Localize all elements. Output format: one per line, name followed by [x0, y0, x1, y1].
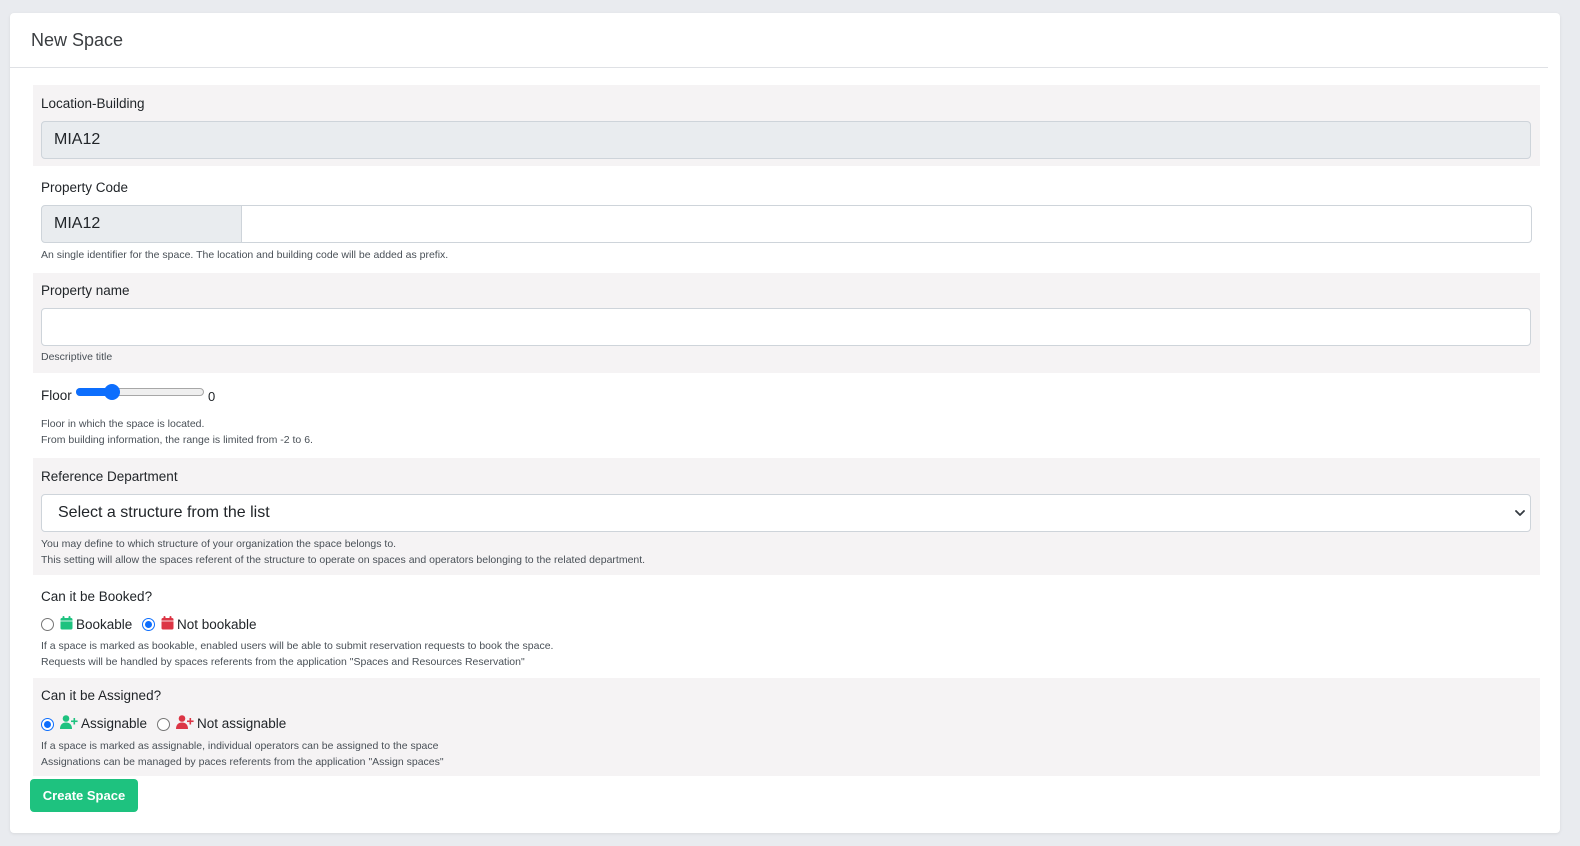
property-name-section: Property name Descriptive title	[33, 273, 1540, 373]
card-header: New Space	[10, 13, 1548, 68]
calendar-icon	[60, 616, 73, 630]
booking-help-line2: Requests will be handled by spaces refer…	[41, 656, 525, 668]
assignment-help-line2: Assignations can be managed by paces ref…	[41, 756, 444, 768]
floor-section: Floor 0 Floor in which the space is loca…	[33, 373, 1540, 458]
location-building-section: Location-Building MIA12	[33, 85, 1540, 166]
property-code-prefix: MIA12	[41, 205, 242, 243]
floor-slider[interactable]	[76, 384, 204, 400]
calendar-icon	[161, 616, 174, 630]
reference-department-section: Reference Department Select a structure …	[33, 458, 1540, 575]
floor-label: Floor	[41, 388, 72, 403]
chevron-down-icon	[1515, 510, 1525, 516]
not-assignable-option-label[interactable]: Not assignable	[197, 716, 286, 731]
assignable-radio[interactable]	[41, 718, 54, 731]
reference-department-label: Reference Department	[41, 469, 178, 484]
assignment-label: Can it be Assigned?	[41, 688, 162, 703]
reference-department-select[interactable]: Select a structure from the list	[41, 494, 1531, 532]
assignment-help-line1: If a space is marked as assignable, indi…	[41, 740, 439, 752]
location-building-field: MIA12	[41, 121, 1531, 159]
user-plus-icon	[176, 715, 194, 729]
reference-department-help-line1: You may define to which structure of you…	[41, 538, 397, 550]
reference-department-selected: Select a structure from the list	[58, 504, 270, 521]
property-code-help: An single identifier for the space. The …	[41, 249, 449, 261]
reference-department-help-line2: This setting will allow the spaces refer…	[41, 554, 646, 566]
not-bookable-radio[interactable]	[142, 618, 155, 631]
floor-help-line2: From building information, the range is …	[41, 434, 313, 446]
create-space-button[interactable]: Create Space	[30, 779, 138, 812]
page-title: New Space	[31, 30, 124, 50]
property-code-section: Property Code MIA12 An single identifier…	[33, 166, 1540, 273]
assignment-section: Can it be Assigned? Assignable Not assig…	[33, 678, 1540, 776]
property-name-label: Property name	[41, 283, 130, 298]
new-space-card: New Space Location-Building MIA12 Proper…	[10, 13, 1560, 833]
not-assignable-radio[interactable]	[157, 718, 170, 731]
booking-help-line1: If a space is marked as bookable, enable…	[41, 640, 554, 652]
floor-value: 0	[208, 389, 216, 404]
bookable-option-label[interactable]: Bookable	[76, 617, 132, 632]
assignable-option-label[interactable]: Assignable	[81, 716, 147, 731]
location-building-label: Location-Building	[41, 96, 145, 111]
user-plus-icon	[60, 715, 78, 729]
property-code-label: Property Code	[41, 180, 129, 195]
not-bookable-option-label[interactable]: Not bookable	[177, 617, 257, 632]
property-name-help: Descriptive title	[41, 351, 113, 363]
property-name-input[interactable]	[41, 308, 1531, 346]
floor-slider-thumb[interactable]	[104, 384, 120, 400]
bookable-radio[interactable]	[41, 618, 54, 631]
booking-section: Can it be Booked? Bookable Not bookable …	[33, 575, 1540, 678]
booking-label: Can it be Booked?	[41, 589, 153, 604]
property-code-input[interactable]	[241, 205, 1532, 243]
floor-help-line1: Floor in which the space is located.	[41, 418, 205, 430]
